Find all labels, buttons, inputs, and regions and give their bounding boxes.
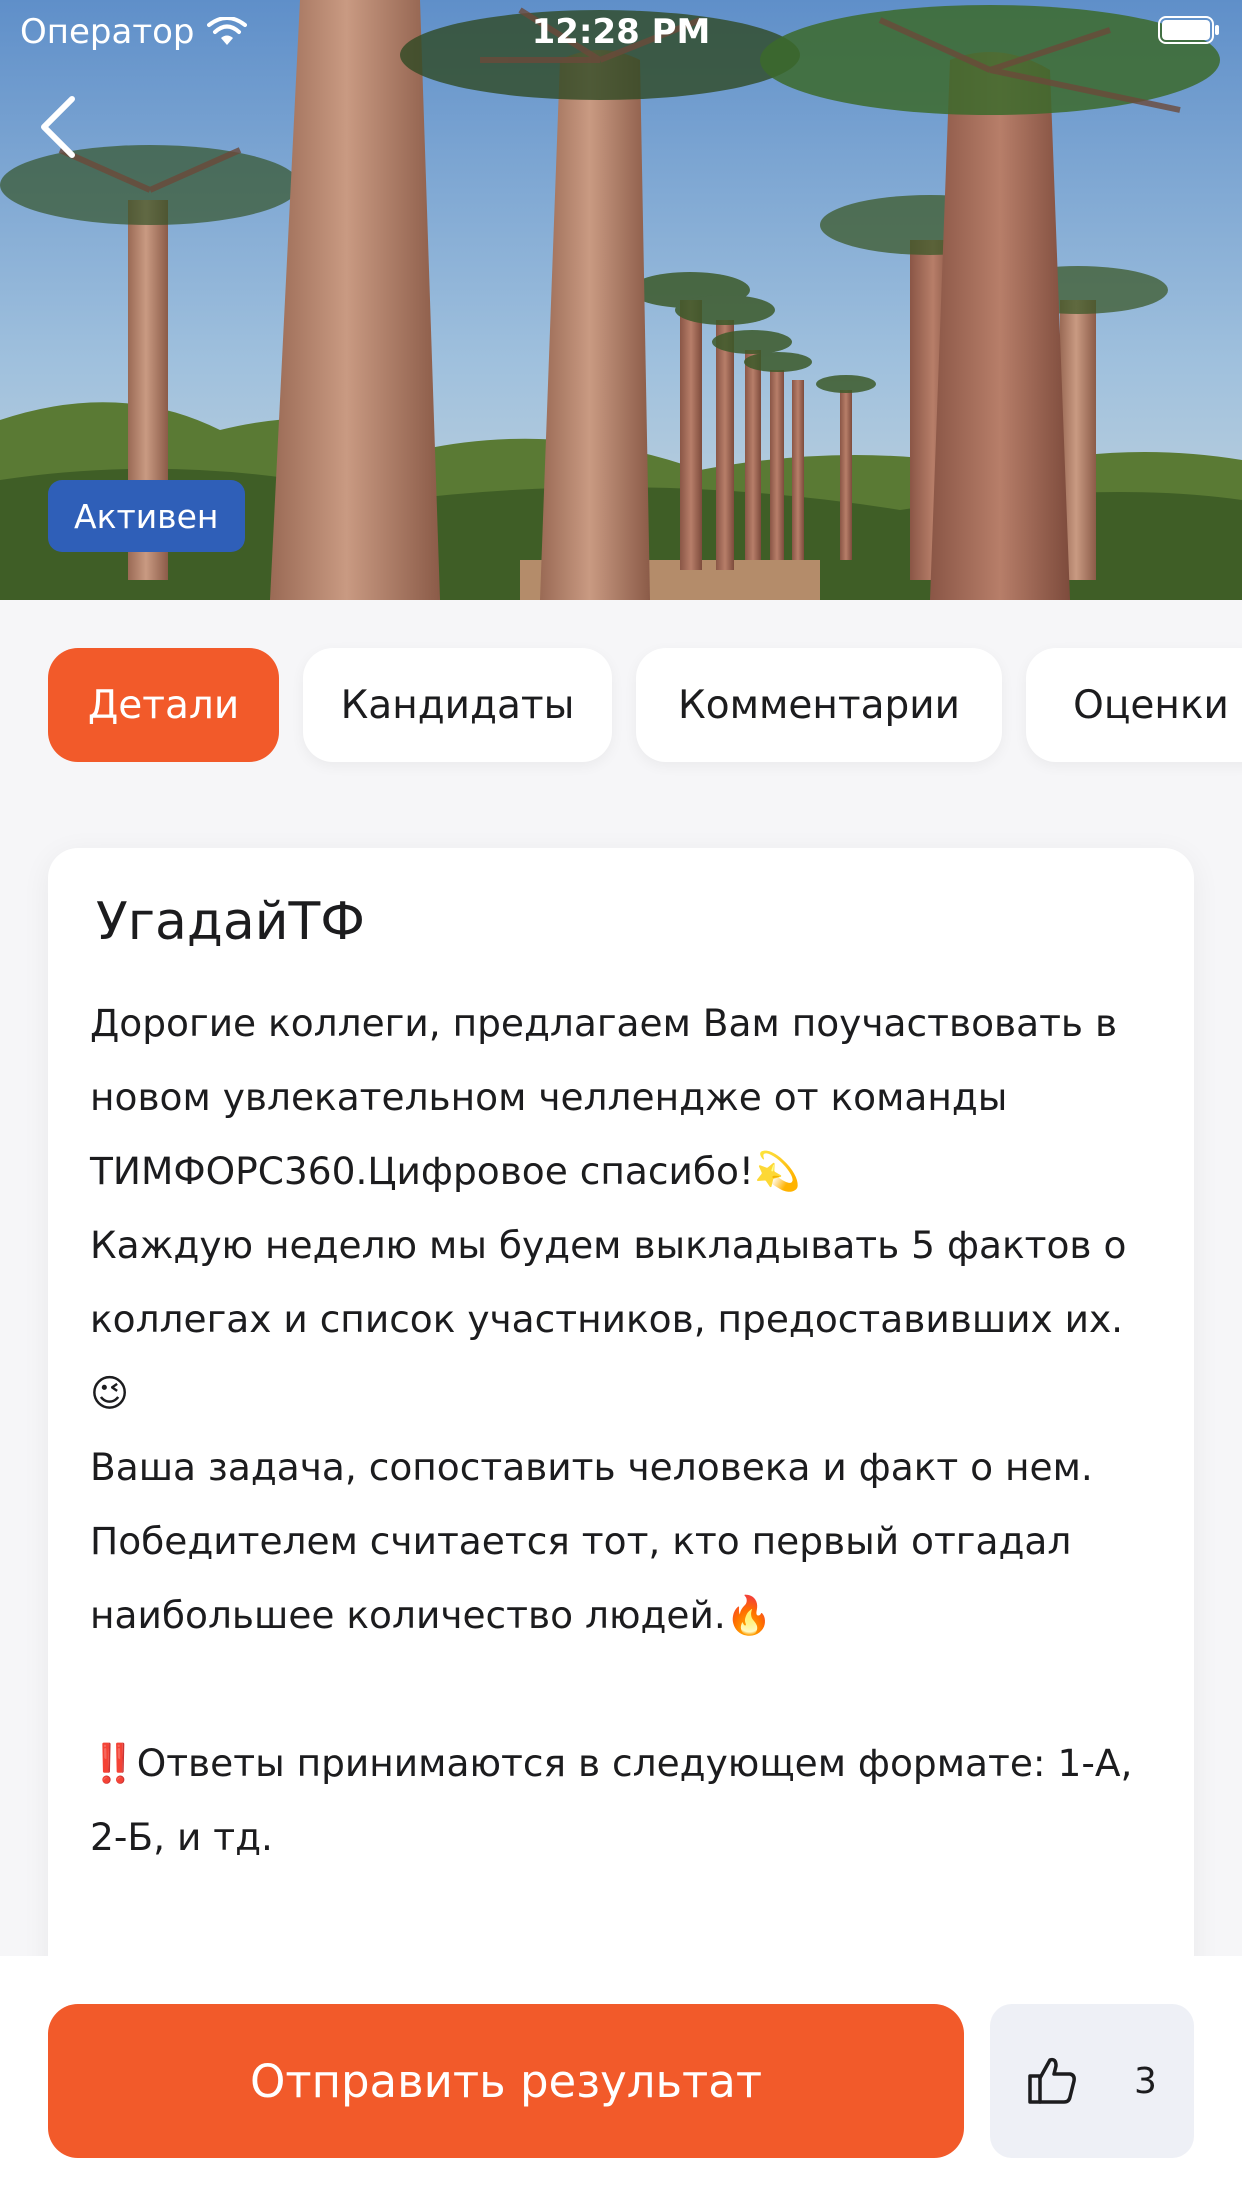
description-paragraph: Каждую неделю мы будем выкладывать 5 фак… (90, 1223, 1127, 1415)
status-time: 12:28 PM (531, 12, 711, 52)
description-paragraph: Ваша задача, сопоставить человека и факт… (90, 1445, 1093, 1637)
chevron-left-icon (41, 96, 75, 158)
details-card: УгадайТФ Дорогие коллеги, предлагаем Вам… (48, 848, 1194, 1956)
like-count: 3 (1134, 2060, 1157, 2102)
tab-details[interactable]: Детали (48, 648, 279, 762)
status-bar: Оператор 12:28 PM (0, 0, 1242, 62)
tab-candidates[interactable]: Кандидаты (303, 648, 612, 762)
like-button[interactable]: 3 (990, 2004, 1194, 2158)
description-paragraph: Дорогие коллеги, предлагаем Вам поучаств… (90, 1001, 1118, 1193)
submit-result-button[interactable]: Отправить результат (48, 2004, 964, 2158)
card-description: Дорогие коллеги, предлагаем Вам поучаств… (90, 986, 1154, 1874)
battery-icon (1158, 16, 1219, 44)
description-paragraph: ‼️Ответы принимаются в следующем формате… (90, 1741, 1133, 1859)
card-title: УгадайТФ (96, 892, 366, 952)
hero-image: Оператор 12:28 PM Активен (0, 0, 1242, 600)
tab-ratings[interactable]: Оценки (1026, 648, 1242, 762)
bottom-bar: Отправить результат 3 (0, 1956, 1242, 2208)
tab-comments[interactable]: Комментарии (636, 648, 1002, 762)
back-button[interactable] (30, 92, 86, 162)
tabs-bar: Детали Кандидаты Комментарии Оценки (0, 600, 1242, 788)
description-paragraph-empty (90, 1652, 1154, 1726)
content-area: УгадайТФ Дорогие коллеги, предлагаем Вам… (0, 788, 1242, 1956)
status-badge: Активен (48, 480, 245, 552)
thumbs-up-icon (1028, 2057, 1076, 2104)
